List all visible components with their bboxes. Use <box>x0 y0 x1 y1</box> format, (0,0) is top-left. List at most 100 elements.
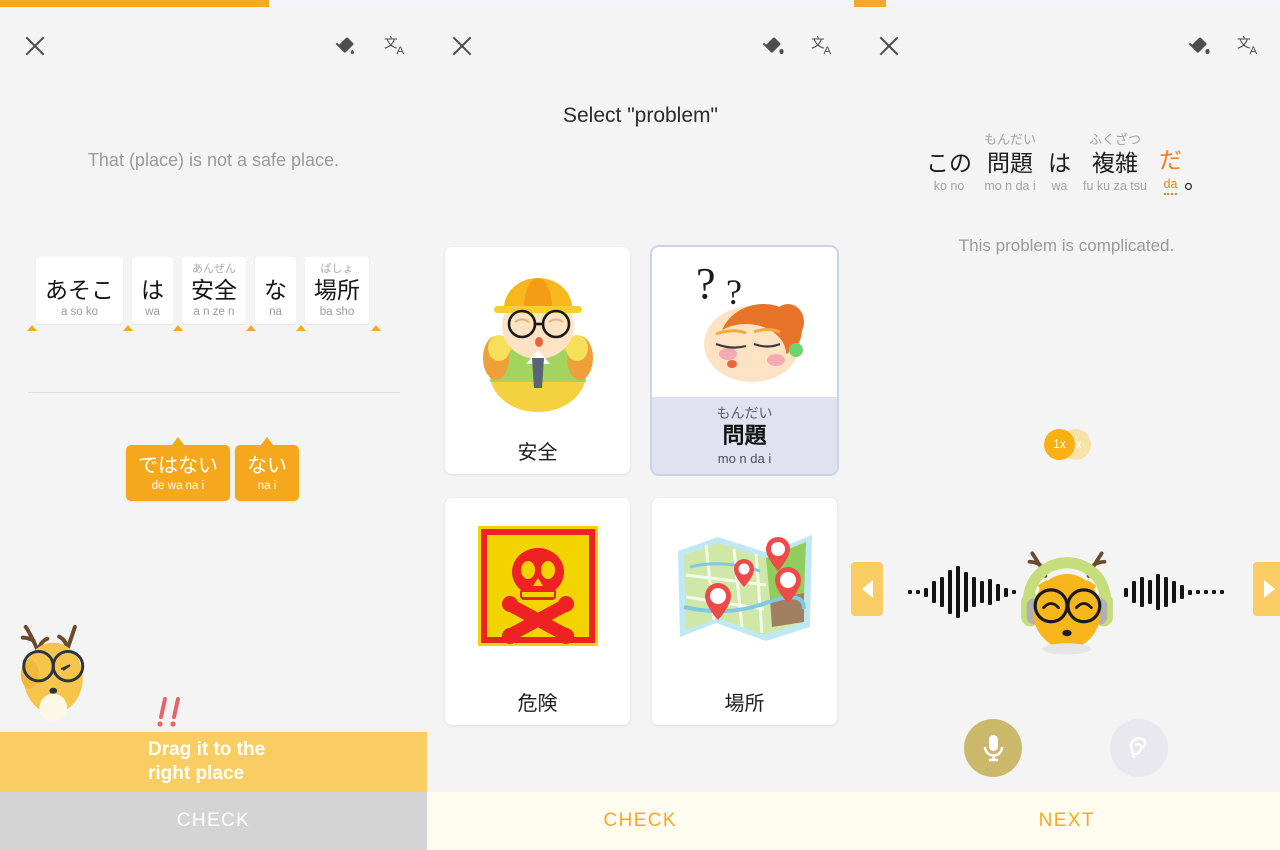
microphone-button[interactable] <box>964 719 1022 777</box>
sentence-word[interactable]: は wa <box>1048 131 1071 195</box>
tile-main: 場所 <box>314 277 360 303</box>
check-button-label: CHECK <box>603 810 677 831</box>
chip-main: ではない <box>138 455 218 477</box>
translate-icon[interactable]: 文 A <box>384 33 409 58</box>
answer-chip[interactable]: ない na i <box>235 437 299 501</box>
svg-text:?: ? <box>696 259 716 308</box>
word-tile-row: あそこ a so ko は wa あんぜん 安全 a n ze n な na ば… <box>27 257 381 331</box>
exclamation-marks-icon <box>157 697 180 727</box>
ear-icon <box>1129 737 1147 759</box>
word-tile[interactable]: な na <box>246 257 296 331</box>
paint-bucket-icon[interactable] <box>762 33 786 57</box>
card-furigana: もんだい <box>716 404 773 421</box>
tile-romaji: a so ko <box>60 306 99 318</box>
word-main: は <box>1048 150 1072 176</box>
word-furigana <box>1159 128 1182 145</box>
word-main: だ <box>1158 147 1182 173</box>
check-button-left[interactable]: CHECK <box>0 792 427 850</box>
next-button-right[interactable]: NEXT <box>854 810 1280 832</box>
check-button-middle[interactable]: CHECK <box>427 810 854 832</box>
word-tile[interactable]: ばしょ 場所 ba sho <box>296 257 381 331</box>
progress-bar-middle <box>427 0 854 7</box>
hint-banner: Drag it to the right place <box>0 732 427 792</box>
tile-main: な <box>264 277 287 303</box>
tile-romaji: a n ze n <box>193 306 235 318</box>
word-tile[interactable]: は wa <box>123 257 173 331</box>
word-romaji: da <box>1163 176 1178 195</box>
tile-main: 安全 <box>191 277 237 303</box>
confused-person-icon: ? ? <box>652 247 837 397</box>
page-title: Select "problem" <box>563 104 718 127</box>
drop-caret-icon <box>246 325 256 331</box>
translate-icon[interactable]: 文 A <box>811 33 836 58</box>
card-label: 問題 <box>722 422 767 448</box>
hint-line-1: Drag it to the <box>148 739 266 760</box>
word-main: 問題 <box>987 150 1034 176</box>
card-label: 安全 <box>517 441 558 464</box>
word-furigana <box>1048 131 1071 148</box>
card-label: 危険 <box>517 692 558 715</box>
drop-caret-icon <box>27 325 37 331</box>
drop-caret-icon <box>371 325 381 331</box>
chip-romaji: de wa na i <box>151 480 205 492</box>
previous-button[interactable] <box>851 562 883 616</box>
panel-picture-choice: 文 A Select "problem" 安全 ? ? もんだい 問題 mo n… <box>427 0 854 850</box>
tile-furigana: ばしょ <box>320 263 354 275</box>
topbar-middle: 文 A <box>427 7 854 79</box>
word-romaji: fu ku za tsu <box>1083 179 1147 193</box>
word-tile[interactable]: あんぜん 安全 a n ze n <box>173 257 246 331</box>
word-main: 複雑 <box>1092 150 1138 176</box>
topbar-left: 文 A <box>0 7 427 79</box>
tile-main: は <box>141 277 164 303</box>
safety-worker-icon <box>445 247 630 426</box>
tile-romaji: ba sho <box>319 306 355 318</box>
deer-mascot-headphones-icon <box>1021 551 1113 655</box>
answer-chip[interactable]: ではない de wa na i <box>126 437 230 501</box>
tile-furigana <box>264 263 287 276</box>
next-button-label: NEXT <box>1038 810 1095 831</box>
picture-card-safety[interactable]: 安全 <box>445 247 630 474</box>
sentence-punctuation: 。 <box>1183 167 1207 193</box>
drop-caret-icon <box>173 325 183 331</box>
hint-text: Drag it to the right place <box>148 738 265 786</box>
listen-button[interactable] <box>1110 719 1168 777</box>
waveform-left <box>908 552 1016 632</box>
word-furigana: ふくざつ <box>1088 132 1141 147</box>
word-romaji: ko no <box>933 179 965 193</box>
panel-translation-exercise: 文 A That (place) is not a safe place. あそ… <box>0 0 427 850</box>
prev-arrow-icon <box>861 580 873 598</box>
picture-card-caption: もんだい 問題 mo n da i <box>652 397 837 474</box>
tile-main: あそこ <box>45 277 114 303</box>
word-tile[interactable]: あそこ a so ko <box>27 257 123 331</box>
progress-bar-left <box>0 0 427 7</box>
sentence-word[interactable]: ふくざつ 複雑 fu ku za tsu <box>1083 131 1147 195</box>
next-arrow-icon <box>1263 580 1275 598</box>
svg-text:A: A <box>824 45 832 57</box>
chip-caret-icon <box>171 437 185 446</box>
section-divider <box>28 392 400 393</box>
speed-active[interactable]: 1x <box>1044 429 1075 460</box>
sentence-word[interactable]: この ko no <box>926 131 972 195</box>
close-icon[interactable] <box>449 33 475 59</box>
drop-caret-icon <box>123 325 133 331</box>
playback-speed-toggle[interactable]: 3x 1x <box>1044 429 1104 461</box>
chip-caret-icon <box>260 437 274 446</box>
svg-text:A: A <box>397 45 405 57</box>
next-audio-button[interactable] <box>1253 562 1280 616</box>
sentence-word-highlighted[interactable]: だ da <box>1159 128 1182 195</box>
close-icon[interactable] <box>22 33 48 59</box>
drop-caret-icon <box>296 325 306 331</box>
tile-furigana <box>141 263 164 276</box>
tile-furigana: あんぜん <box>192 263 236 275</box>
sentence-word[interactable]: もんだい 問題 mo n da i <box>984 131 1036 195</box>
tile-romaji: wa <box>145 306 160 318</box>
word-furigana <box>926 131 972 148</box>
word-romaji: wa <box>1051 179 1068 193</box>
japanese-sentence: この ko no もんだい 問題 mo n da i は wa ふくざつ 複雑 … <box>853 128 1280 195</box>
picture-card-problem[interactable]: ? ? もんだい 問題 mo n da i <box>652 247 837 474</box>
audio-player <box>0 538 1280 668</box>
app-screen: 文 A That (place) is not a safe place. あそ… <box>0 0 1280 850</box>
chip-main: ない <box>247 455 287 477</box>
paint-bucket-icon[interactable] <box>335 33 359 57</box>
check-button-label: CHECK <box>176 810 251 831</box>
